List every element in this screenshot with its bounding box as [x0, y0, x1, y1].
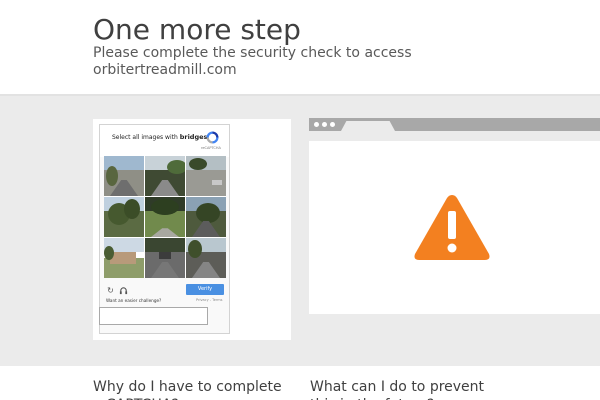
image-tile[interactable] — [104, 197, 144, 237]
browser-illustration — [309, 118, 600, 314]
image-tile[interactable] — [186, 197, 226, 237]
browser-toolbar — [309, 118, 600, 131]
page-title: One more step — [93, 13, 301, 46]
image-tile[interactable] — [145, 156, 185, 196]
image-tile[interactable] — [104, 238, 144, 278]
browser-tab — [341, 121, 395, 131]
headphones-icon[interactable] — [119, 286, 128, 295]
image-tile[interactable] — [186, 156, 226, 196]
window-dot — [314, 122, 319, 127]
window-dot — [330, 122, 335, 127]
faq-question-prevent: What can I do to prevent this in the fut… — [310, 379, 485, 400]
recaptcha-instruction: Select all images with bridges. — [112, 133, 209, 141]
recaptcha-logo-text: reCAPTCHA — [201, 146, 221, 150]
recaptcha-widget[interactable]: Select all images with bridges. reCAPTCH… — [99, 124, 230, 334]
verify-button[interactable]: Verify — [186, 284, 224, 295]
window-dot — [322, 122, 327, 127]
recaptcha-footer: ↻ Verify Want an easier challenge? Priva… — [100, 281, 229, 307]
instruction-prefix: Select all images with — [112, 134, 178, 141]
recaptcha-header: Select all images with bridges. reCAPTCH… — [100, 125, 229, 157]
captcha-response-input[interactable] — [99, 307, 208, 325]
faq-question-why: Why do I have to complete a CAPTCHA? — [93, 379, 282, 400]
easier-challenge-link[interactable]: Want an easier challenge? — [106, 298, 161, 303]
warning-icon — [414, 195, 490, 260]
recaptcha-logo-icon — [206, 131, 219, 144]
privacy-terms-link[interactable]: Privacy - Terms — [196, 298, 222, 302]
image-grid — [104, 156, 226, 278]
instruction-keyword: bridges — [179, 133, 208, 141]
image-tile[interactable] — [145, 197, 185, 237]
image-tile[interactable] — [104, 156, 144, 196]
page-header: One more step Please complete the securi… — [0, 0, 600, 92]
image-tile[interactable] — [145, 238, 185, 278]
image-tile[interactable] — [186, 238, 226, 278]
page-subtitle: Please complete the security check to ac… — [93, 45, 412, 78]
reload-icon[interactable]: ↻ — [106, 286, 115, 295]
browser-viewport — [309, 141, 600, 314]
